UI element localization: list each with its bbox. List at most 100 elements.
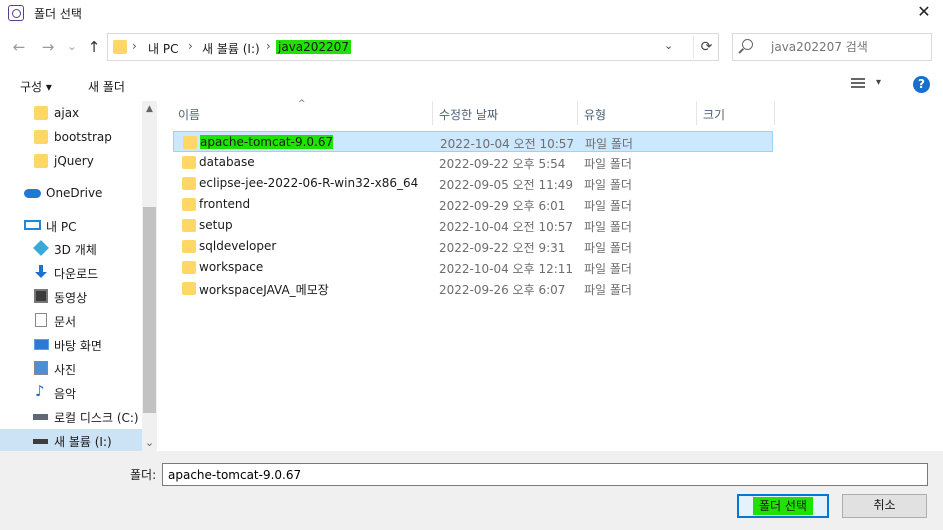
sidebar-item-desktop[interactable]: 바탕 화면 bbox=[0, 333, 142, 355]
scroll-down-arrow[interactable]: ⌄ bbox=[142, 436, 157, 449]
column-divider[interactable] bbox=[432, 101, 433, 125]
drive-icon bbox=[33, 414, 48, 420]
file-name: eclipse-jee-2022-06-R-win32-x86_64 bbox=[199, 176, 419, 190]
file-row-sqldeveloper[interactable]: sqldeveloper 2022-09-22 오전 9:31 파일 폴더 bbox=[173, 236, 773, 257]
app-icon bbox=[8, 5, 24, 21]
sidebar-item-local-disk-c[interactable]: 로컬 디스크 (C:) bbox=[0, 405, 142, 427]
file-name: workspace bbox=[199, 260, 264, 274]
sidebar-item-music[interactable]: 음악 bbox=[0, 381, 142, 403]
column-modified[interactable]: 수정한 날짜 bbox=[439, 106, 498, 123]
search-input[interactable] bbox=[771, 40, 921, 54]
picture-icon bbox=[34, 361, 48, 375]
view-options-icon[interactable] bbox=[851, 78, 865, 90]
breadcrumb-separator: › bbox=[132, 39, 137, 53]
forward-button[interactable]: → bbox=[38, 36, 58, 58]
music-icon bbox=[34, 382, 48, 400]
file-name: setup bbox=[199, 218, 233, 232]
breadcrumb-volume[interactable]: 새 볼륨 (I:) bbox=[202, 40, 260, 57]
folder-icon bbox=[113, 40, 127, 54]
file-row-workspacejava[interactable]: workspaceJAVA_메모장 2022-09-26 오후 6:07 파일 … bbox=[173, 278, 773, 299]
bottom-panel: 폴더: 폴더 선택 취소 bbox=[0, 451, 943, 530]
file-type: 파일 폴더 bbox=[584, 220, 632, 234]
search-icon bbox=[742, 39, 753, 50]
file-name: apache-tomcat-9.0.67 bbox=[200, 135, 334, 149]
view-dropdown-icon[interactable]: ▾ bbox=[876, 77, 881, 88]
search-box[interactable] bbox=[732, 33, 932, 61]
file-row-apache-tomcat[interactable]: apache-tomcat-9.0.67 2022-10-04 오전 10:57… bbox=[173, 131, 773, 152]
scrollbar-thumb[interactable] bbox=[143, 207, 156, 413]
address-bar[interactable]: › 내 PC › 새 볼륨 (I:) › java202207 ⌄ ⟳ bbox=[107, 33, 719, 61]
sidebar-item-this-pc[interactable]: 내 PC bbox=[0, 214, 142, 236]
column-size[interactable]: 크기 bbox=[703, 106, 725, 123]
file-modified: 2022-09-05 오전 11:49 bbox=[439, 178, 574, 192]
cancel-button[interactable]: 취소 bbox=[842, 494, 927, 518]
sidebar-item-3d-objects[interactable]: 3D 개체 bbox=[0, 237, 142, 259]
refresh-button[interactable]: ⟳ bbox=[693, 36, 719, 58]
sidebar-item-label: bootstrap bbox=[54, 130, 112, 144]
recent-locations-button[interactable]: ⌄ bbox=[62, 36, 82, 58]
file-list: ^ 이름 수정한 날짜 유형 크기 apache-tomcat-9.0.67 2… bbox=[157, 99, 943, 451]
toolbar: 구성 ▾ 새 폴더 bbox=[0, 70, 943, 100]
sidebar-item-onedrive[interactable]: OneDrive bbox=[0, 182, 142, 204]
sidebar-item-bootstrap[interactable]: bootstrap bbox=[0, 126, 142, 148]
sidebar-item-ajax[interactable]: ajax bbox=[0, 102, 142, 124]
document-icon bbox=[35, 313, 47, 327]
sidebar-item-label: 3D 개체 bbox=[54, 243, 97, 257]
organize-menu[interactable]: 구성 ▾ bbox=[20, 78, 52, 95]
sidebar-item-label: ajax bbox=[54, 106, 80, 120]
sidebar-item-label: 새 볼륨 (I:) bbox=[54, 435, 112, 449]
download-icon bbox=[34, 265, 48, 279]
select-folder-button[interactable]: 폴더 선택 bbox=[737, 494, 829, 518]
file-row-database[interactable]: database 2022-09-22 오후 5:54 파일 폴더 bbox=[173, 152, 773, 173]
title-bar: 폴더 선택 ✕ bbox=[0, 0, 943, 26]
file-type: 파일 폴더 bbox=[584, 178, 632, 192]
file-type: 파일 폴더 bbox=[584, 157, 632, 171]
breadcrumb-current[interactable]: java202207 bbox=[276, 40, 351, 54]
column-divider[interactable] bbox=[696, 101, 697, 125]
folder-icon bbox=[182, 198, 196, 211]
file-row-setup[interactable]: setup 2022-10-04 오전 10:57 파일 폴더 bbox=[173, 215, 773, 236]
navigation-pane: ajax bootstrap jQuery OneDrive 내 PC 3D 개… bbox=[0, 101, 157, 451]
sidebar-item-label: 바탕 화면 bbox=[54, 339, 102, 353]
new-folder-button[interactable]: 새 폴더 bbox=[88, 78, 125, 95]
sidebar-item-documents[interactable]: 문서 bbox=[0, 309, 142, 331]
up-button[interactable]: ↑ bbox=[84, 36, 104, 58]
file-name: sqldeveloper bbox=[199, 239, 277, 253]
sidebar-item-pictures[interactable]: 사진 bbox=[0, 357, 142, 379]
file-row-frontend[interactable]: frontend 2022-09-29 오후 6:01 파일 폴더 bbox=[173, 194, 773, 215]
sidebar-item-volume-i[interactable]: 새 볼륨 (I:) bbox=[0, 429, 142, 451]
sidebar-item-label: 음악 bbox=[54, 387, 77, 401]
window-title: 폴더 선택 bbox=[34, 7, 82, 21]
drive-icon bbox=[33, 439, 48, 444]
folder-icon bbox=[182, 261, 196, 274]
file-modified: 2022-09-26 오후 6:07 bbox=[439, 283, 566, 297]
help-icon[interactable]: ? bbox=[913, 76, 930, 93]
folder-icon bbox=[182, 156, 196, 169]
file-type: 파일 폴더 bbox=[584, 283, 632, 297]
sidebar-item-jquery[interactable]: jQuery bbox=[0, 150, 142, 172]
column-divider[interactable] bbox=[774, 101, 775, 125]
breadcrumb-separator: › bbox=[266, 39, 271, 53]
desktop-icon bbox=[34, 339, 49, 350]
file-modified: 2022-09-29 오후 6:01 bbox=[439, 199, 566, 213]
file-name: workspaceJAVA_메모장 bbox=[199, 283, 329, 297]
sidebar-item-downloads[interactable]: 다운로드 bbox=[0, 261, 142, 283]
address-dropdown-button[interactable]: ⌄ bbox=[664, 39, 673, 52]
sidebar-scrollbar[interactable]: ▲ ⌄ bbox=[142, 101, 157, 451]
folder-select-dialog: 폴더 선택 ✕ ← → ⌄ ↑ › 내 PC › 새 볼륨 (I:) › jav… bbox=[0, 0, 943, 530]
file-modified: 2022-10-04 오후 12:11 bbox=[439, 262, 574, 276]
column-type[interactable]: 유형 bbox=[584, 106, 606, 123]
back-button[interactable]: ← bbox=[9, 36, 29, 58]
scroll-up-arrow[interactable]: ▲ bbox=[142, 104, 157, 114]
breadcrumb-pc[interactable]: 내 PC bbox=[148, 40, 178, 57]
column-name[interactable]: 이름 bbox=[178, 106, 200, 123]
folder-icon bbox=[182, 219, 196, 232]
close-button[interactable]: ✕ bbox=[913, 2, 935, 22]
file-row-workspace[interactable]: workspace 2022-10-04 오후 12:11 파일 폴더 bbox=[173, 257, 773, 278]
file-type: 파일 폴더 bbox=[584, 241, 632, 255]
file-row-eclipse[interactable]: eclipse-jee-2022-06-R-win32-x86_64 2022-… bbox=[173, 173, 773, 194]
sidebar-item-label: OneDrive bbox=[46, 186, 103, 200]
column-divider[interactable] bbox=[577, 101, 578, 125]
folder-name-input[interactable] bbox=[162, 463, 928, 486]
sidebar-item-videos[interactable]: 동영상 bbox=[0, 285, 142, 307]
